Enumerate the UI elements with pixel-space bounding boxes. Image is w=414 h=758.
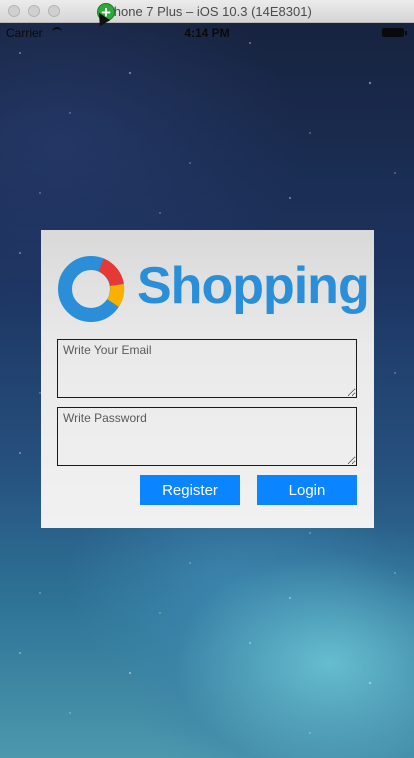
shopping-logo-icon <box>58 256 125 322</box>
status-time: 4:14 PM <box>184 26 230 40</box>
battery-icon <box>382 28 407 37</box>
status-bar: Carrier 4:14 PM <box>0 23 414 43</box>
login-card: Shopping Register Login <box>41 230 374 528</box>
device-screen: Carrier 4:14 PM Shopping Register Login <box>0 23 414 758</box>
login-button[interactable]: Login <box>257 475 357 505</box>
register-button[interactable]: Register <box>140 475 240 505</box>
window-title: iPhone 7 Plus – iOS 10.3 (14E8301) <box>102 4 312 19</box>
password-field[interactable] <box>57 407 357 466</box>
brand-name: Shopping <box>137 257 370 315</box>
simulator-title-bar: iPhone 7 Plus – iOS 10.3 (14E8301) <box>0 0 414 23</box>
email-field[interactable] <box>57 339 357 398</box>
